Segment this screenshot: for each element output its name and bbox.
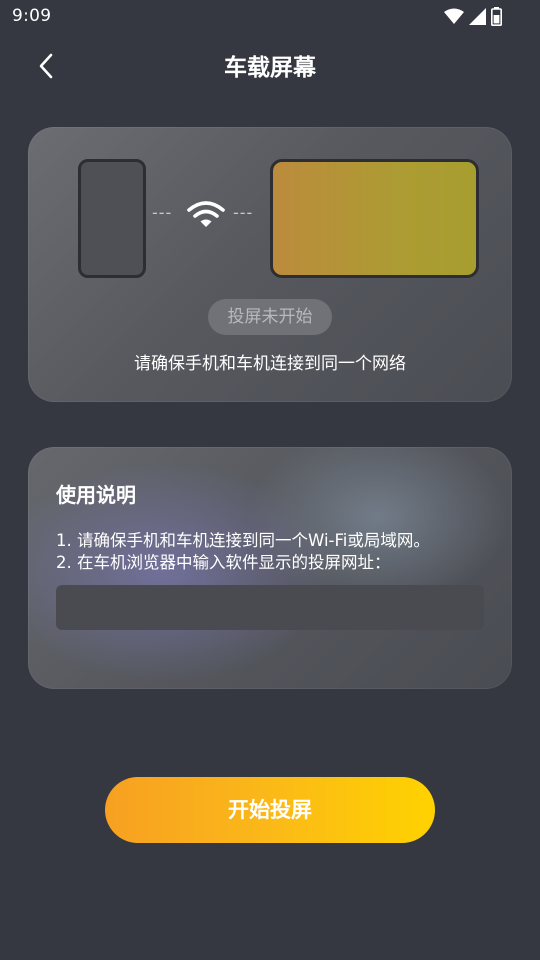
instructions-title: 使用说明 xyxy=(56,483,136,507)
phone-illustration xyxy=(78,159,146,278)
cell-signal-icon xyxy=(469,8,486,29)
car-screen-illustration xyxy=(270,159,479,278)
wifi-signal-icon xyxy=(444,8,464,29)
header: 车载屏幕 xyxy=(0,44,540,92)
instruction-step-2: 2. 在车机浏览器中输入软件显示的投屏网址： xyxy=(56,553,391,572)
network-hint: 请确保手机和车机连接到同一个网络 xyxy=(134,354,406,374)
start-casting-button[interactable]: 开始投屏 xyxy=(105,777,435,843)
instruction-step-1: 1. 请确保手机和车机连接到同一个Wi-Fi或局域网。 xyxy=(56,531,430,550)
battery-icon xyxy=(491,7,502,30)
cast-url-field[interactable] xyxy=(56,585,484,630)
page-title: 车载屏幕 xyxy=(224,55,316,81)
connector-dash-left: --- xyxy=(152,203,173,222)
connection-card: --- --- 投屏未开始 请确保手机和车机连接到同一个网络 xyxy=(28,127,512,402)
wifi-icon xyxy=(186,199,226,233)
status-bar: 9:09 xyxy=(0,0,540,34)
status-time: 9:09 xyxy=(12,6,52,26)
connector-dash-right: --- xyxy=(233,203,254,222)
status-icons xyxy=(444,7,502,30)
cast-status-badge: 投屏未开始 xyxy=(208,299,332,335)
instructions-card: 使用说明 1. 请确保手机和车机连接到同一个Wi-Fi或局域网。 2. 在车机浏… xyxy=(28,447,512,689)
